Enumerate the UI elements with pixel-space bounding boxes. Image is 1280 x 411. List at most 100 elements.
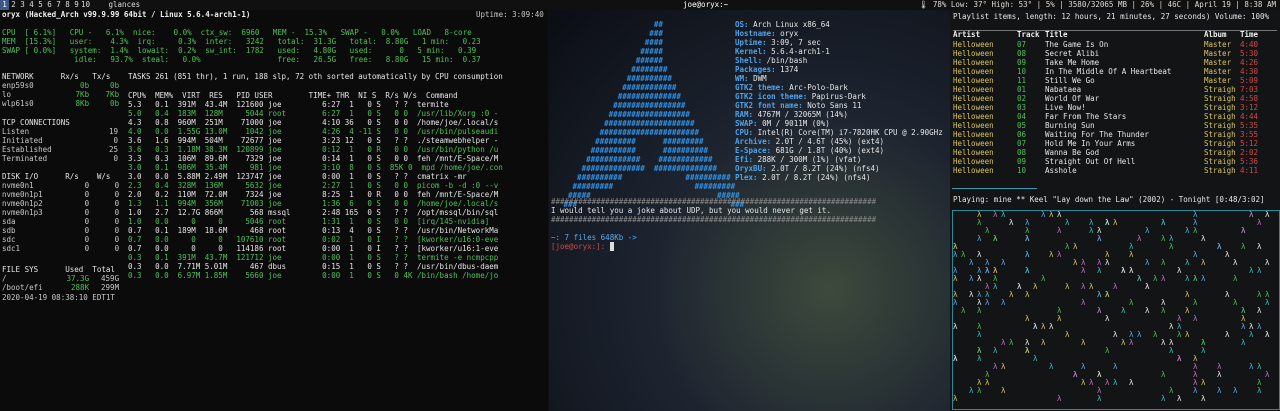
- track-album[interactable]: Master: [1204, 40, 1240, 49]
- track-artist[interactable]: Helloween: [953, 58, 1015, 67]
- track-artist[interactable]: Helloween: [953, 112, 1015, 121]
- track-artist[interactable]: Helloween: [953, 103, 1015, 112]
- process-row[interactable]: 3.6 1.6 994M 504M 72677 joe 3:23 12 0 S …: [128, 136, 498, 145]
- track-number[interactable]: 10: [1017, 166, 1026, 175]
- track-number[interactable]: 05: [1017, 121, 1026, 130]
- track-number[interactable]: 07: [1017, 40, 1026, 49]
- track-album[interactable]: Straigh: [1204, 94, 1240, 103]
- track-number[interactable]: 03: [1017, 103, 1026, 112]
- process-row[interactable]: 0.7 0.0 0 0 114186 root 0:00 1 0 I ? ? […: [128, 244, 498, 253]
- track-time[interactable]: 4:26: [1240, 58, 1258, 67]
- track-title[interactable]: Burning Sun: [1045, 121, 1201, 130]
- process-row[interactable]: 3.3 0.3 106M 89.6M 7329 joe 0:14 1 0 S 0…: [128, 154, 498, 163]
- track-time[interactable]: 4:40: [1240, 40, 1258, 49]
- process-row[interactable]: 4.3 0.8 960M 251M 71000 joe 4:10 36 0 S …: [128, 118, 498, 127]
- track-time[interactable]: 4:58: [1240, 94, 1258, 103]
- track-number[interactable]: 07: [1017, 139, 1026, 148]
- track-album[interactable]: Master: [1204, 67, 1240, 76]
- process-row[interactable]: 3.0 0.0 5.88M 2.49M 123747 joe 0:00 1 0 …: [128, 172, 467, 181]
- workspace-tag-5[interactable]: 5: [36, 0, 45, 10]
- track-album[interactable]: Master: [1204, 49, 1240, 58]
- process-row[interactable]: 1.3 1.1 994M 356M 71003 joe 1:36 6 0 S 0…: [128, 199, 498, 208]
- track-artist[interactable]: Helloween: [953, 166, 1015, 175]
- track-album[interactable]: Straigh: [1204, 121, 1240, 130]
- process-row[interactable]: 1.0 0.0 0 0 5046 root 1:31 1 0 S 0 0 [ir…: [128, 217, 489, 226]
- process-row[interactable]: 3.0 0.1 986M 35.4M 981 joe 3:10 8 0 S 85…: [128, 163, 503, 172]
- column-album[interactable]: Album: [1204, 30, 1227, 39]
- column-track[interactable]: Track: [1017, 30, 1040, 39]
- track-artist[interactable]: Helloween: [953, 94, 1015, 103]
- track-number[interactable]: 04: [1017, 112, 1026, 121]
- workspace-tag-4[interactable]: 4: [27, 0, 36, 10]
- track-time[interactable]: 3:12: [1240, 103, 1258, 112]
- track-album[interactable]: Master: [1204, 76, 1240, 85]
- track-number[interactable]: 11: [1017, 76, 1026, 85]
- track-title[interactable]: Hold Me In Your Arms: [1045, 139, 1201, 148]
- track-number[interactable]: 02: [1017, 94, 1026, 103]
- track-album[interactable]: Straigh: [1204, 139, 1240, 148]
- track-time[interactable]: 4:11: [1240, 166, 1258, 175]
- track-title[interactable]: Asshole: [1045, 166, 1201, 175]
- track-number[interactable]: 09: [1017, 157, 1026, 166]
- workspace-tag-1[interactable]: 1: [0, 0, 9, 10]
- track-time[interactable]: 5:30: [1240, 49, 1258, 58]
- track-number[interactable]: 08: [1017, 49, 1026, 58]
- track-title[interactable]: World Of War: [1045, 94, 1201, 103]
- track-number[interactable]: 09: [1017, 58, 1026, 67]
- track-number[interactable]: 01: [1017, 85, 1026, 94]
- column-title[interactable]: Title: [1045, 30, 1068, 39]
- track-album[interactable]: Straigh: [1204, 166, 1240, 175]
- track-artist[interactable]: Helloween: [953, 157, 1015, 166]
- column-artist[interactable]: Artist: [953, 30, 980, 39]
- track-time[interactable]: 4:44: [1240, 112, 1258, 121]
- track-album[interactable]: Straigh: [1204, 112, 1240, 121]
- workspace-tag-2[interactable]: 2: [9, 0, 18, 10]
- track-artist[interactable]: Helloween: [953, 130, 1015, 139]
- column-time[interactable]: Time: [1240, 30, 1258, 39]
- track-artist[interactable]: Helloween: [953, 76, 1015, 85]
- track-title[interactable]: Take Me Home: [1045, 58, 1201, 67]
- workspace-tag-9[interactable]: 9: [72, 0, 81, 10]
- track-time[interactable]: 2:02: [1240, 148, 1258, 157]
- track-album[interactable]: Straigh: [1204, 148, 1240, 157]
- track-album[interactable]: Straigh: [1204, 157, 1240, 166]
- track-number[interactable]: 06: [1017, 130, 1026, 139]
- track-title[interactable]: Straight Out Of Hell: [1045, 157, 1201, 166]
- workspace-tag-8[interactable]: 8: [63, 0, 72, 10]
- process-row[interactable]: 5.0 0.4 183M 128M 5044 root 6:27 1 0 S 0…: [128, 109, 498, 118]
- playback-progress[interactable]: [952, 188, 1037, 189]
- track-time[interactable]: 5:12: [1240, 139, 1258, 148]
- track-title[interactable]: Wanna Be God: [1045, 148, 1201, 157]
- process-row[interactable]: 3.6 0.3 1.18M 38.3M 120899 joe 0:12 1 0 …: [128, 145, 498, 154]
- track-album[interactable]: Straigh: [1204, 130, 1240, 139]
- track-artist[interactable]: Helloween: [953, 139, 1015, 148]
- workspace-tags[interactable]: 1 2 3 4 5 6 7 8 9 10: [0, 0, 90, 10]
- process-row[interactable]: 1.0 2.7 12.7G 866M 568 mssql 2:48 165 0 …: [128, 208, 498, 217]
- process-row[interactable]: 0.3 0.1 391M 43.7M 121712 joe 0:00 1 0 S…: [128, 253, 498, 262]
- track-album[interactable]: Master: [1204, 58, 1240, 67]
- track-artist[interactable]: Helloween: [953, 148, 1015, 157]
- process-row[interactable]: 0.3 0.0 7.71M 5.01M 467 dbus 0:15 1 0 S …: [128, 262, 498, 271]
- workspace-tag-10[interactable]: 10: [81, 0, 90, 10]
- neofetch-terminal-pane[interactable]: ## ### #### ##### ###### ######## ######…: [549, 10, 950, 411]
- track-title[interactable]: Still We Go: [1045, 76, 1201, 85]
- process-row[interactable]: 4.0 0.0 1.55G 13.0M 1042 joe 4:26 4 -11 …: [128, 127, 498, 136]
- workspace-tag-6[interactable]: 6: [45, 0, 54, 10]
- process-row[interactable]: 0.7 0.0 0 0 107610 root 0:02 1 0 I ? ? […: [128, 235, 498, 244]
- track-artist[interactable]: Helloween: [953, 49, 1015, 58]
- track-time[interactable]: 7:03: [1240, 85, 1258, 94]
- track-time[interactable]: 4:30: [1240, 67, 1258, 76]
- shell-prompt[interactable]: [joe@oryx:]: _: [551, 242, 615, 251]
- track-number[interactable]: 08: [1017, 148, 1026, 157]
- workspace-tag-3[interactable]: 3: [18, 0, 27, 10]
- track-artist[interactable]: Helloween: [953, 85, 1015, 94]
- track-artist[interactable]: Helloween: [953, 40, 1015, 49]
- process-row[interactable]: 2.3 0.4 328M 136M 5632 joe 2:27 1 0 S 0 …: [128, 181, 498, 190]
- workspace-tag-7[interactable]: 7: [54, 0, 63, 10]
- track-time[interactable]: 3:55: [1240, 130, 1258, 139]
- track-artist[interactable]: Helloween: [953, 121, 1015, 130]
- track-album[interactable]: Straigh: [1204, 103, 1240, 112]
- track-album[interactable]: Straigh: [1204, 85, 1240, 94]
- track-time[interactable]: 5:36: [1240, 157, 1258, 166]
- track-title[interactable]: Waiting For The Thunder: [1045, 130, 1201, 139]
